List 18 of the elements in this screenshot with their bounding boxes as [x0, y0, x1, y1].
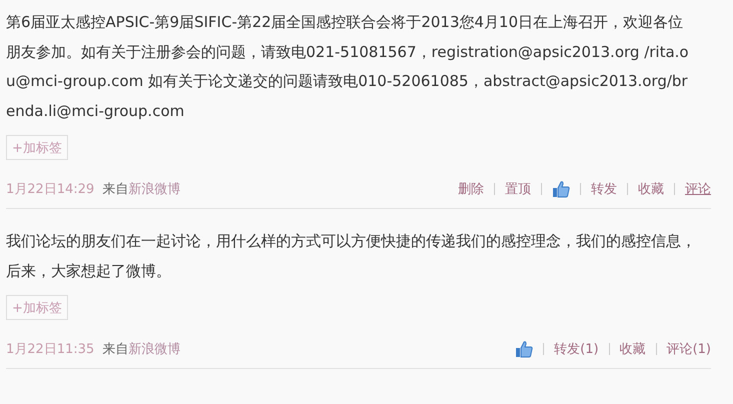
action-link[interactable]: 转发: [591, 180, 617, 198]
action-link[interactable]: 收藏: [638, 180, 664, 198]
action-link[interactable]: 删除: [458, 180, 484, 198]
action-link[interactable]: 收藏: [620, 340, 646, 358]
add-tag-button[interactable]: +加标签: [6, 135, 68, 160]
post-text: 第6届亚太感控APSIC-第9届SIFIC-第22届全国感控联合会将于2013您4月10日在上海召开，欢迎各位朋友参加。如有关于注册参会的问题，请致电021-51081567，registration@apsic2013.org /rita.ou@mci-group.com 如有关于论文递交的问题请致电010-52061085，abstract@apsic2013.org/brenda.li@mci-group.com: [6, 12, 690, 122]
action-link[interactable]: 评论: [685, 180, 711, 198]
post-time: 1月22日11:35: [6, 341, 94, 358]
source-link[interactable]: 新浪微博: [128, 340, 180, 358]
source-link[interactable]: 新浪微博: [128, 180, 180, 198]
action-link[interactable]: 转发(1): [554, 340, 599, 358]
post-text: 我们论坛的朋友们在一起讨论，用什么样的方式可以方便快捷的传递我们的感控理念，我们的感控信息，后来，大家想起了微博。: [6, 231, 696, 282]
action-link[interactable]: 置顶: [505, 180, 531, 198]
add-tag-button[interactable]: +加标签: [6, 295, 68, 320]
source-label: 来自: [102, 341, 128, 358]
action-link[interactable]: 评论(1): [666, 340, 711, 358]
source-label: 来自: [102, 181, 128, 198]
post-time: 1月22日14:29: [6, 181, 94, 198]
